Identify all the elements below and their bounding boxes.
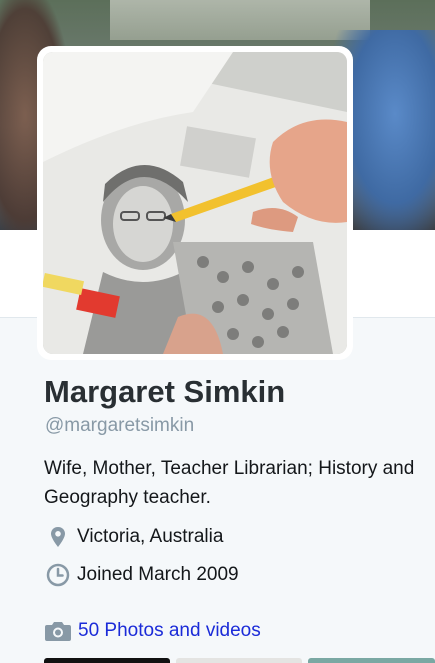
avatar[interactable]: [37, 46, 353, 360]
media-thumbnail[interactable]: [308, 658, 435, 663]
media-thumbnail[interactable]: [44, 658, 170, 663]
avatar-sketch-illustration: [43, 52, 347, 354]
media-thumbnail[interactable]: [176, 658, 302, 663]
camera-icon: [44, 620, 72, 642]
profile-name[interactable]: Margaret Simkin: [44, 374, 285, 410]
profile-location: Victoria, Australia: [44, 526, 223, 548]
map-pin-icon: [44, 526, 72, 548]
profile-join-date: Joined March 2009: [44, 563, 239, 587]
location-text: Victoria, Australia: [77, 526, 224, 547]
photos-videos-link[interactable]: 50 Photos and videos: [44, 620, 261, 642]
clock-icon: [44, 563, 72, 587]
profile-handle[interactable]: @margaretsimkin: [45, 415, 194, 437]
profile-bio: Wife, Mother, Teacher Librarian; History…: [44, 458, 415, 508]
avatar-image: [43, 52, 347, 354]
joined-text: Joined March 2009: [77, 564, 239, 585]
photos-videos-label[interactable]: 50 Photos and videos: [78, 620, 261, 642]
